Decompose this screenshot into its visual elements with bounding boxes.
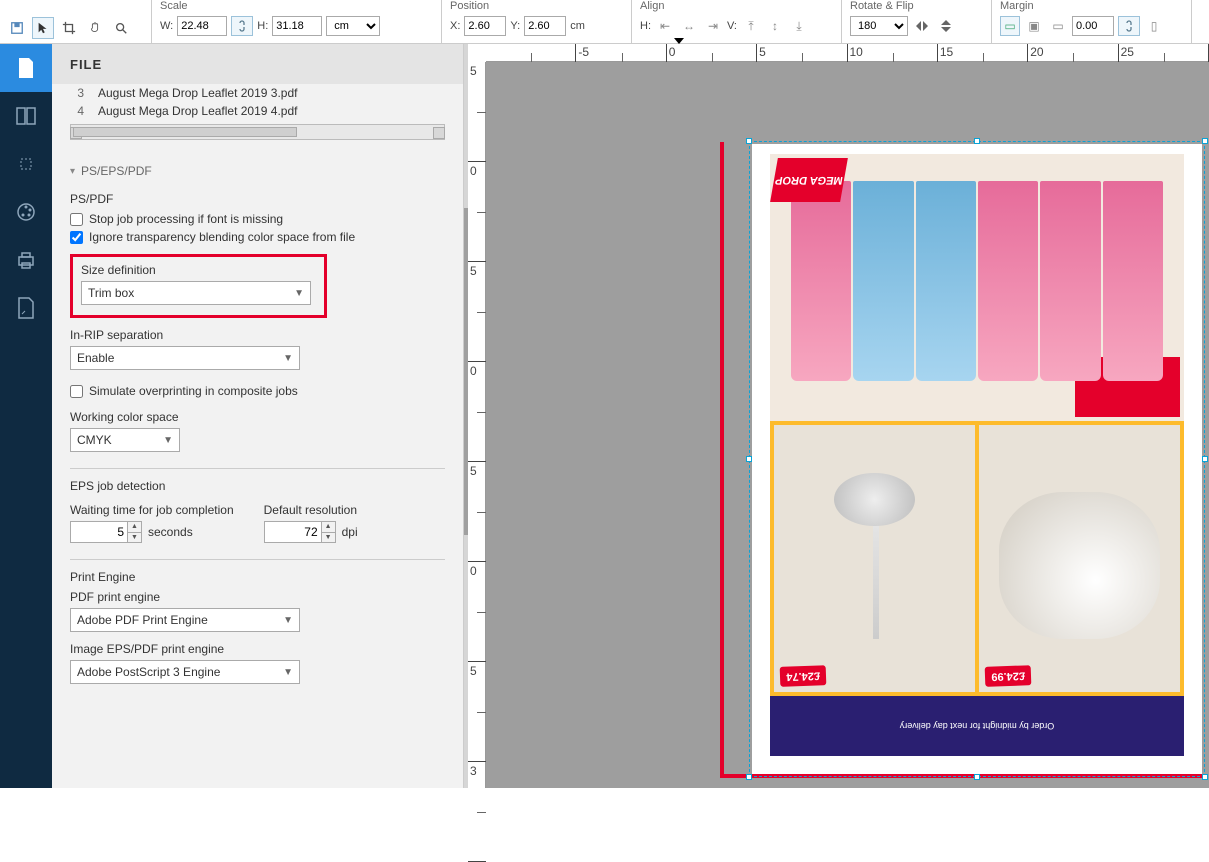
eps-pe-label: Image EPS/PDF print engine <box>70 642 445 656</box>
pdf-pe-select[interactable]: Adobe PDF Print Engine▼ <box>70 608 300 632</box>
pspdf-label: PS/PDF <box>70 192 445 206</box>
ignore-trans-check[interactable]: Ignore transparency blending color space… <box>70 228 445 246</box>
file-row[interactable]: 4August Mega Drop Leaflet 2019 4.pdf <box>70 102 445 120</box>
wcs-label: Working color space <box>70 410 445 424</box>
select-icon[interactable] <box>32 17 54 39</box>
zoom-icon[interactable] <box>110 17 132 39</box>
left-rail <box>0 44 52 788</box>
w-label: W: <box>160 20 173 32</box>
pe-hd: Print Engine <box>70 570 445 584</box>
rail-print-icon[interactable] <box>0 236 52 284</box>
rail-color-icon[interactable] <box>0 188 52 236</box>
chevron-down-icon: ▼ <box>294 288 304 299</box>
scale-unit-select[interactable]: cm <box>326 16 380 36</box>
wait-unit: seconds <box>148 525 193 539</box>
chevron-down-icon: ▼ <box>283 353 293 364</box>
rail-file-icon[interactable] <box>0 44 52 92</box>
canvas-area: -50510152025 50505053 Order by midnight … <box>464 44 1209 788</box>
margin-h-icon[interactable]: ▭ <box>1048 16 1068 36</box>
rail-clip-icon[interactable] <box>0 140 52 188</box>
tool-icons <box>0 0 152 43</box>
chevron-down-icon: ▼ <box>283 615 293 626</box>
eps-hd: EPS job detection <box>70 479 445 493</box>
wait-input[interactable]: ▲▼ <box>70 521 142 543</box>
margin-value-input[interactable] <box>1072 16 1114 36</box>
page-preview[interactable]: Order by midnight for next day delivery … <box>752 144 1202 774</box>
wcs-select[interactable]: CMYK▼ <box>70 428 180 452</box>
side-panel: FILE 3August Mega Drop Leaflet 2019 3.pd… <box>52 44 464 788</box>
inrip-select[interactable]: Enable▼ <box>70 346 300 370</box>
hand-icon[interactable] <box>84 17 106 39</box>
h-label: H: <box>257 20 268 32</box>
save-icon[interactable] <box>6 17 28 39</box>
link-wh-icon[interactable] <box>231 16 253 36</box>
x-label: X: <box>450 20 460 32</box>
chevron-down-icon: ▼ <box>283 667 293 678</box>
pdf-pe-label: PDF print engine <box>70 590 445 604</box>
rail-layout-icon[interactable] <box>0 92 52 140</box>
margin-link-icon[interactable] <box>1118 16 1140 36</box>
ruler-vertical: 50505053 <box>468 62 486 788</box>
defres-unit: dpi <box>342 525 358 539</box>
margin-off-icon[interactable]: ▭ <box>1000 16 1020 36</box>
panel-title: FILE <box>52 44 463 84</box>
pos-x-input[interactable] <box>464 16 506 36</box>
rail-notes-icon[interactable] <box>0 284 52 332</box>
defres-input[interactable]: ▲▼ <box>264 521 336 543</box>
eps-pe-select[interactable]: Adobe PostScript 3 Engine▼ <box>70 660 300 684</box>
scale-label: Scale <box>160 0 433 14</box>
defres-label: Default resolution <box>264 503 358 517</box>
chevron-down-icon: ▼ <box>163 435 173 446</box>
chevron-down-icon: ▾ <box>70 166 75 177</box>
artwork-preview: Order by midnight for next day delivery … <box>770 154 1184 756</box>
section-header[interactable]: ▾PS/EPS/PDF <box>70 158 445 184</box>
scale-w-input[interactable] <box>177 16 227 36</box>
margin-v-icon[interactable]: ▯ <box>1144 16 1164 36</box>
file-list: 3August Mega Drop Leaflet 2019 3.pdf 4Au… <box>70 84 445 140</box>
simulate-over-check[interactable]: Simulate overprinting in composite jobs <box>70 382 445 400</box>
inrip-label: In-RIP separation <box>70 328 445 342</box>
scale-h-input[interactable] <box>272 16 322 36</box>
size-def-highlight: Size definition Trim box▼ <box>70 254 327 318</box>
pasteboard[interactable]: Order by midnight for next day delivery … <box>486 62 1209 788</box>
wait-label: Waiting time for job completion <box>70 503 234 517</box>
margin-label: Margin <box>1000 0 1183 14</box>
stop-font-check[interactable]: Stop job processing if font is missing <box>70 210 445 228</box>
crop-icon[interactable] <box>58 17 80 39</box>
h-scrollbar[interactable] <box>70 124 445 140</box>
size-def-select[interactable]: Trim box▼ <box>81 281 311 305</box>
size-def-label: Size definition <box>81 263 316 277</box>
file-row[interactable]: 3August Mega Drop Leaflet 2019 3.pdf <box>70 84 445 102</box>
y-label: Y: <box>510 20 520 32</box>
margin-on-icon[interactable]: ▣ <box>1024 16 1044 36</box>
